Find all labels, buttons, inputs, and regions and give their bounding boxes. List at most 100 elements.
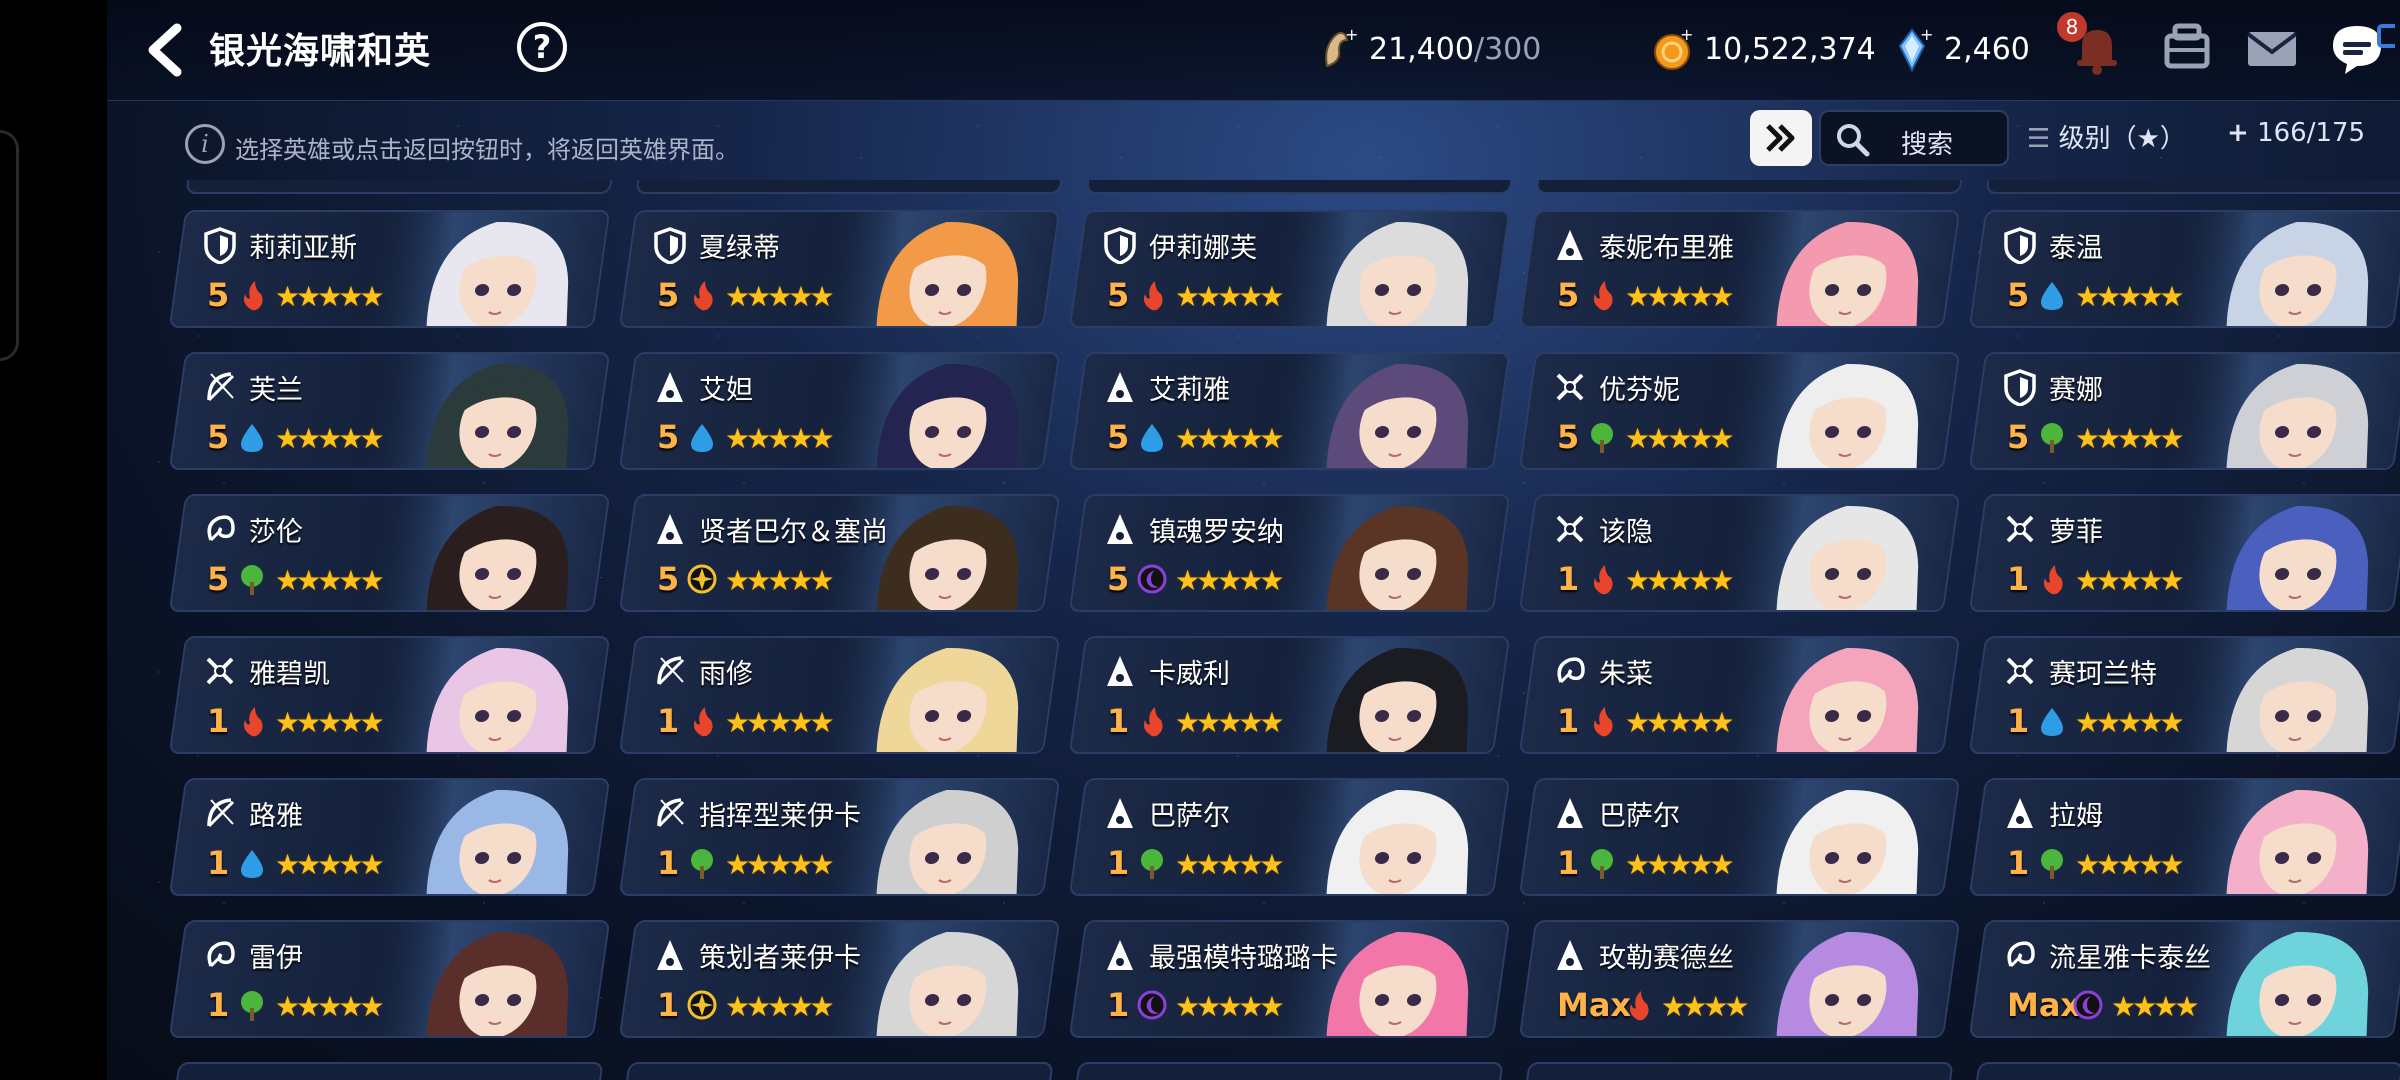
star-rating: ★ ★ ★ ★ ★ xyxy=(725,280,835,313)
gold-counter[interactable]: + 10,522,374 xyxy=(1652,24,1876,74)
hero-level: 1 xyxy=(2007,560,2030,598)
dark-element-icon xyxy=(2073,990,2103,1020)
menu-grid-icon[interactable] xyxy=(2315,18,2395,78)
hero-card[interactable]: 艾莉雅 5 ★ ★ ★ ★ ★ xyxy=(1068,352,1511,470)
hero-level: 5 xyxy=(657,276,680,314)
mage-class-icon xyxy=(1107,514,1133,544)
search-box[interactable]: 搜索 xyxy=(1819,110,2009,166)
hero-name: 优芬妮 xyxy=(1599,375,1680,406)
water-element-icon xyxy=(2041,282,2063,310)
healer-class-icon xyxy=(2007,941,2035,968)
help-icon[interactable]: ? xyxy=(517,22,567,72)
sort-filter-button[interactable]: ☰ 级别（★） xyxy=(2027,118,2186,155)
hero-card-partial[interactable] xyxy=(175,1062,604,1080)
hero-card[interactable]: 该隐 1 ★ ★ ★ ★ ★ xyxy=(1518,494,1961,612)
hero-card[interactable]: 策划者莱伊卡 1 ★ ★ ★ ★ ★ xyxy=(618,920,1061,1038)
stamina-counter[interactable]: + 21,400 /300 xyxy=(1317,24,1541,74)
stamina-value: 21,400 xyxy=(1369,31,1474,67)
hero-card[interactable]: 卡威利 1 ★ ★ ★ ★ ★ xyxy=(1068,636,1511,754)
mage-class-icon xyxy=(1107,372,1133,402)
light-element-icon xyxy=(687,564,717,594)
star-icon: ★ xyxy=(2159,706,2185,739)
hero-card-partial[interactable] xyxy=(1985,180,2400,194)
hero-card-partial[interactable] xyxy=(635,180,1064,194)
star-icon: ★ xyxy=(1709,706,1735,739)
hero-count[interactable]: + 166/175 xyxy=(2227,118,2365,148)
hero-card[interactable]: 萝菲 1 ★ ★ ★ ★ ★ xyxy=(1968,494,2400,612)
star-icon: ★ xyxy=(1709,422,1735,455)
hero-card-partial[interactable] xyxy=(1535,180,1964,194)
hero-card[interactable]: 雅碧凯 1 ★ ★ ★ ★ ★ xyxy=(168,636,611,754)
mail-icon[interactable] xyxy=(2242,18,2302,78)
hero-card[interactable]: 流星雅卡泰丝 Max ★ ★ ★ ★ xyxy=(1968,920,2400,1038)
hero-name: 巴萨尔 xyxy=(1149,801,1230,832)
hero-card[interactable]: 指挥型莱伊卡 1 ★ ★ ★ ★ ★ xyxy=(618,778,1061,896)
star-rating: ★ ★ ★ ★ ★ xyxy=(275,706,385,739)
hero-card[interactable]: 巴萨尔 1 ★ ★ ★ ★ ★ xyxy=(1068,778,1511,896)
crystal-counter[interactable]: + 2,460 xyxy=(1892,24,2030,74)
hero-card[interactable]: 赛珂兰特 1 ★ ★ ★ ★ ★ xyxy=(1968,636,2400,754)
hero-name: 雅碧凯 xyxy=(249,659,330,690)
hero-card-partial[interactable] xyxy=(625,1062,1054,1080)
star-rating: ★ ★ ★ ★ ★ xyxy=(275,990,385,1023)
hero-level: 1 xyxy=(1557,844,1580,882)
hero-card-partial[interactable] xyxy=(1085,180,1514,194)
nature-element-icon xyxy=(691,849,713,879)
star-icon: ★ xyxy=(2174,990,2200,1023)
hero-card[interactable]: 赛娜 5 ★ ★ ★ ★ ★ xyxy=(1968,352,2400,470)
hero-card[interactable]: 雷伊 1 ★ ★ ★ ★ ★ xyxy=(168,920,611,1038)
storage-icon[interactable] xyxy=(2157,18,2217,78)
warrior-class-icon xyxy=(1556,373,1584,401)
warrior-class-icon xyxy=(2006,515,2034,543)
star-icon: ★ xyxy=(1259,280,1285,313)
hero-card[interactable]: 优芬妮 5 ★ ★ ★ ★ ★ xyxy=(1518,352,1961,470)
star-rating: ★ ★ ★ ★ ★ xyxy=(2075,280,2185,313)
star-rating: ★ ★ ★ ★ ★ xyxy=(1625,280,1735,313)
hero-card-partial[interactable] xyxy=(1525,1062,1954,1080)
hero-card[interactable]: 泰温 5 ★ ★ ★ ★ ★ xyxy=(1968,210,2400,328)
star-icon: ★ xyxy=(809,990,835,1023)
mage-class-icon xyxy=(1557,230,1583,260)
hero-card[interactable]: 巴萨尔 1 ★ ★ ★ ★ ★ xyxy=(1518,778,1961,896)
side-handle[interactable] xyxy=(0,130,19,361)
hero-name: 赛娜 xyxy=(2049,375,2103,406)
star-icon: ★ xyxy=(2159,422,2185,455)
warrior-class-icon xyxy=(206,657,234,685)
hero-card[interactable]: 镇魂罗安纳 5 ★ ★ ★ ★ ★ xyxy=(1068,494,1511,612)
back-arrow-icon[interactable] xyxy=(137,20,197,80)
star-icon: ★ xyxy=(359,422,385,455)
star-icon: ★ xyxy=(2159,848,2185,881)
hero-card[interactable]: 泰妮布里雅 5 ★ ★ ★ ★ ★ xyxy=(1518,210,1961,328)
hero-card[interactable]: 伊莉娜芙 5 ★ ★ ★ ★ ★ xyxy=(1068,210,1511,328)
hero-card[interactable]: 拉姆 1 ★ ★ ★ ★ ★ xyxy=(1968,778,2400,896)
hero-card[interactable]: 夏绿蒂 5 ★ ★ ★ ★ ★ xyxy=(618,210,1061,328)
mage-class-icon xyxy=(1107,940,1133,970)
fast-forward-button[interactable] xyxy=(1750,110,1812,166)
hero-level: 5 xyxy=(2007,276,2030,314)
hero-card[interactable]: 芙兰 5 ★ ★ ★ ★ ★ xyxy=(168,352,611,470)
hero-card[interactable]: 朱菜 1 ★ ★ ★ ★ ★ xyxy=(1518,636,1961,754)
hero-card[interactable]: 莉莉亚斯 5 ★ ★ ★ ★ ★ xyxy=(168,210,611,328)
hero-name: 芙兰 xyxy=(249,375,303,406)
star-icon: ★ xyxy=(809,280,835,313)
star-icon: ★ xyxy=(1709,280,1735,313)
hero-card[interactable]: 玫勒赛德丝 Max ★ ★ ★ ★ xyxy=(1518,920,1961,1038)
hero-card[interactable]: 雨修 1 ★ ★ ★ ★ ★ xyxy=(618,636,1061,754)
hero-card[interactable]: 路雅 1 ★ ★ ★ ★ ★ xyxy=(168,778,611,896)
hero-level: 5 xyxy=(207,560,230,598)
hero-name: 路雅 xyxy=(249,801,303,832)
mage-class-icon xyxy=(657,514,683,544)
hero-card[interactable]: 最强模特璐璐卡 1 ★ ★ ★ ★ ★ xyxy=(1068,920,1511,1038)
hero-card-partial[interactable] xyxy=(185,180,614,194)
ranger-class-icon xyxy=(207,798,235,828)
hero-card[interactable]: 莎伦 5 ★ ★ ★ ★ ★ xyxy=(168,494,611,612)
hero-name: 雷伊 xyxy=(249,943,303,974)
star-icon: ★ xyxy=(1724,990,1750,1023)
dark-element-icon xyxy=(1137,564,1167,594)
hero-card[interactable]: 艾妲 5 ★ ★ ★ ★ ★ xyxy=(618,352,1061,470)
hero-level: 1 xyxy=(1557,560,1580,598)
hero-grid: 莉莉亚斯 5 ★ ★ ★ ★ ★ 夏绿蒂 5 ★ ★ ★ ★ ★ 伊莉娜芙 5 … xyxy=(107,180,2400,1080)
hero-card[interactable]: 贤者巴尔＆塞尚 5 ★ ★ ★ ★ ★ xyxy=(618,494,1061,612)
hero-card-partial[interactable] xyxy=(1975,1062,2400,1080)
hero-card-partial[interactable] xyxy=(1075,1062,1504,1080)
